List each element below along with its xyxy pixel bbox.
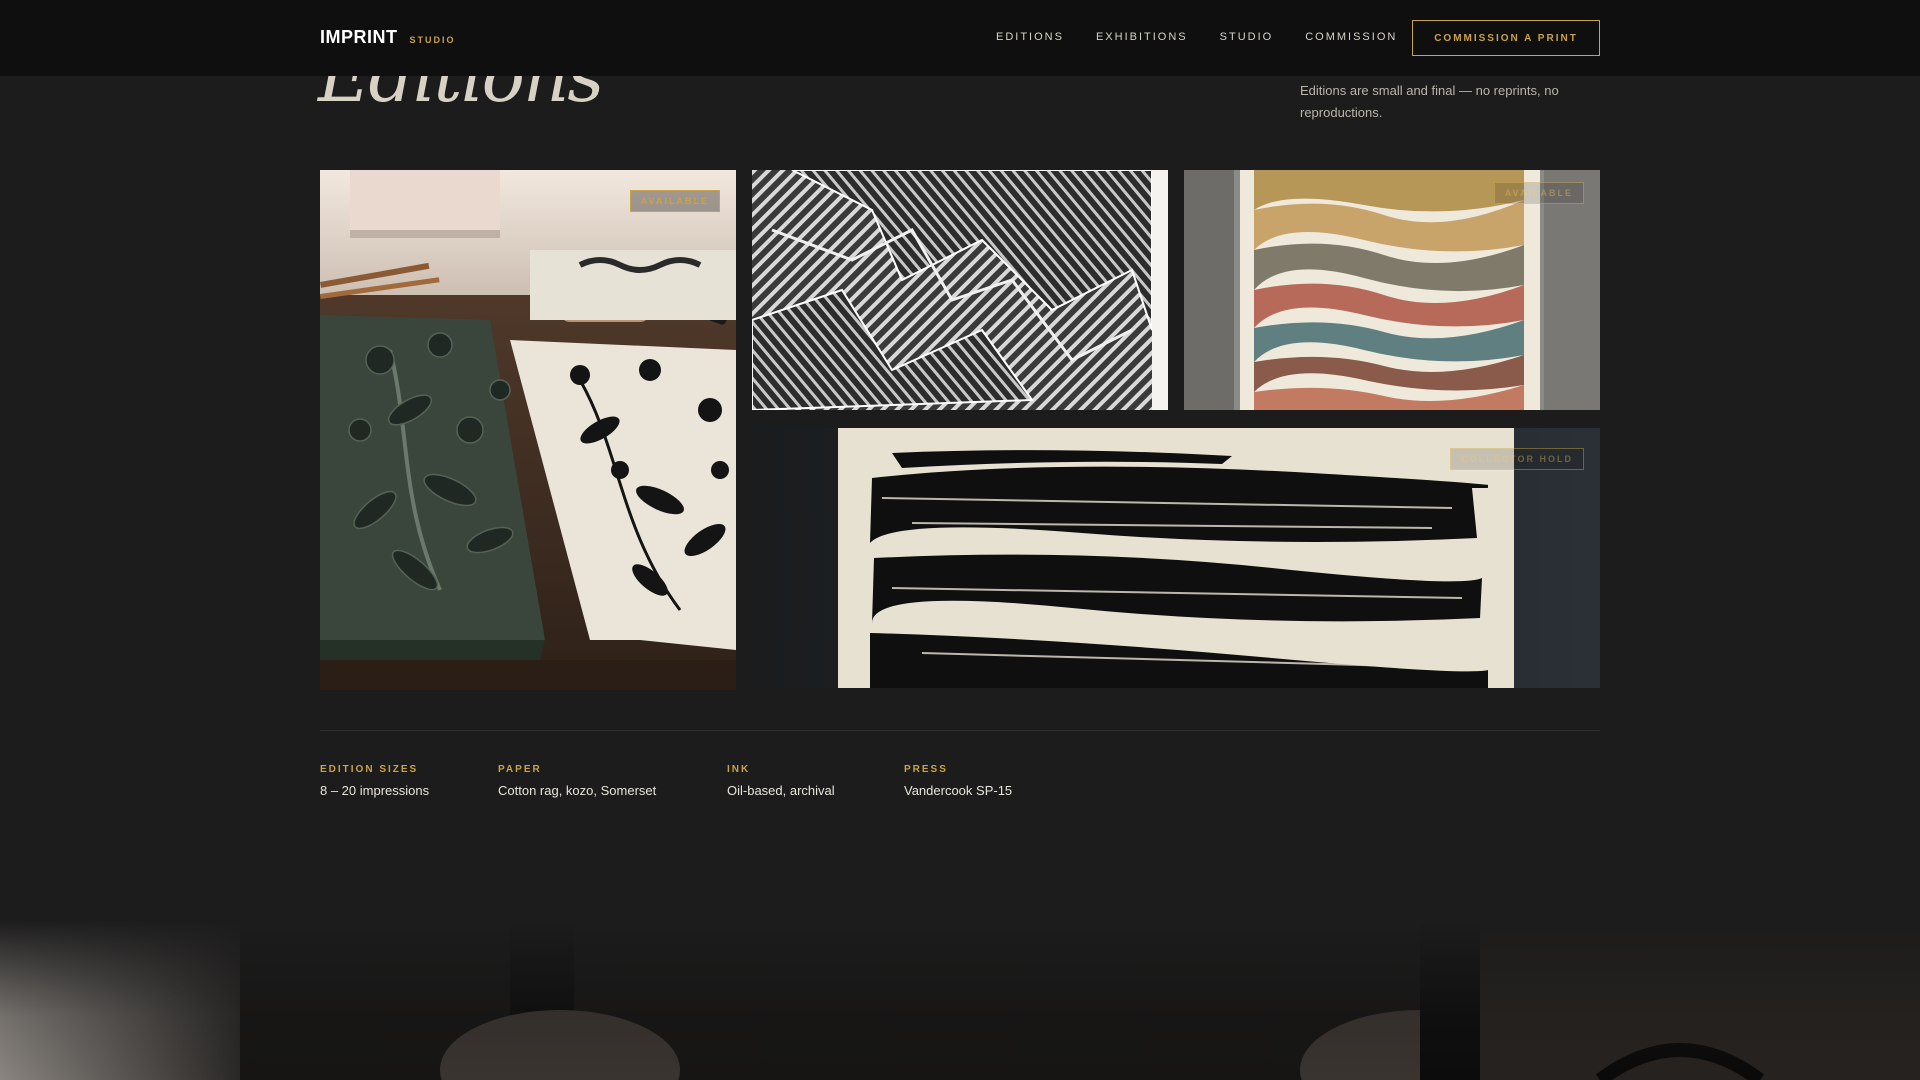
work-card-layered-strata[interactable]: AVAILABLE bbox=[1184, 170, 1600, 410]
layered-strata-image bbox=[1184, 170, 1600, 410]
section-divider bbox=[320, 730, 1600, 731]
nav-editions[interactable]: EDITIONS bbox=[996, 31, 1064, 43]
studio-photo-band bbox=[0, 920, 1920, 1080]
editions-intro: Editions are small and final — no reprin… bbox=[1300, 83, 1559, 120]
spec-label: EDITION SIZES bbox=[320, 764, 419, 775]
spec-value: Oil-based, archival bbox=[727, 783, 835, 798]
spec-edition-sizes: EDITION SIZES 8 – 20 impressions bbox=[320, 764, 429, 798]
hatched-geometry-image bbox=[752, 170, 1168, 410]
spec-value: Cotton rag, kozo, Somerset bbox=[498, 783, 657, 798]
spec-label: PRESS bbox=[904, 764, 948, 775]
spec-value: 8 – 20 impressions bbox=[320, 783, 430, 798]
work-card-brushstroke[interactable]: COLLECTOR HOLD bbox=[752, 428, 1600, 688]
status-badge: AVAILABLE bbox=[629, 190, 720, 212]
spec-paper: PAPER Cotton rag, kozo, Somerset bbox=[498, 764, 656, 798]
floral-linocut-image bbox=[320, 170, 736, 690]
status-badge: COLLECTOR HOLD bbox=[1450, 448, 1584, 470]
status-badge: AVAILABLE bbox=[1493, 182, 1584, 204]
spec-label: INK bbox=[727, 764, 751, 775]
brand-name: IMPRINT bbox=[320, 27, 398, 47]
spec-press: PRESS Vandercook SP-15 bbox=[904, 764, 1012, 798]
brand-subtitle: STUDIO bbox=[409, 35, 456, 45]
spec-ink: INK Oil-based, archival bbox=[727, 764, 835, 798]
brand-logo[interactable]: IMPRINT STUDIO bbox=[320, 27, 456, 48]
nav-commission[interactable]: COMMISSION bbox=[1305, 31, 1397, 43]
work-card-hatched-geometry[interactable] bbox=[752, 170, 1168, 410]
spec-value: Vandercook SP-15 bbox=[904, 783, 1013, 798]
nav-exhibitions[interactable]: EXHIBITIONS bbox=[1096, 31, 1188, 43]
work-card-floral-linocut[interactable]: AVAILABLE bbox=[320, 170, 736, 690]
nav-studio[interactable]: STUDIO bbox=[1220, 31, 1274, 43]
site-header: IMPRINT STUDIO EDITIONS EXHIBITIONS STUD… bbox=[0, 0, 1920, 76]
spec-label: PAPER bbox=[498, 764, 542, 775]
main-nav: EDITIONS EXHIBITIONS STUDIO COMMISSION bbox=[996, 31, 1397, 43]
commission-print-button[interactable]: COMMISSION A PRINT bbox=[1412, 20, 1600, 56]
